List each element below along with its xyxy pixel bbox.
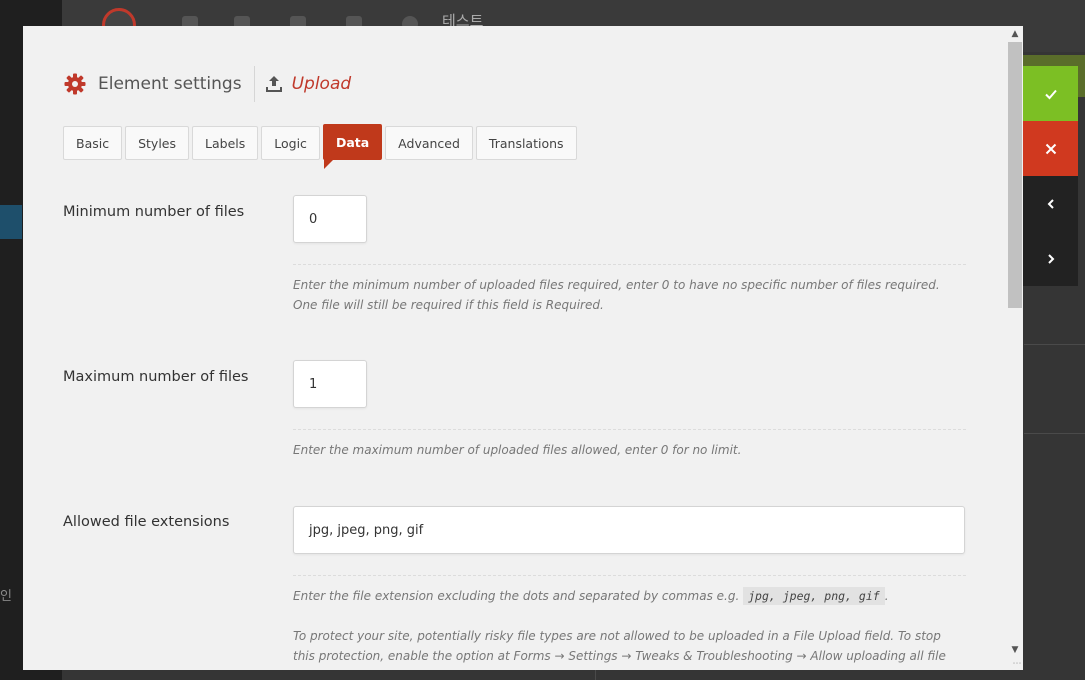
divider (293, 575, 966, 576)
sidebar-text-fragment: 인 (0, 589, 12, 604)
risky-files-help: To protect your site, potentially risky … (293, 629, 946, 670)
element-name: Upload (291, 74, 352, 94)
close-icon (1045, 143, 1056, 154)
max-files-input[interactable]: 1 (293, 360, 367, 408)
action-panel (1023, 66, 1078, 286)
modal-scroll-content: Element settings Upload Basic Styles Lab… (23, 26, 1007, 670)
max-files-label: Maximum number of files (63, 369, 249, 385)
check-icon (1044, 89, 1057, 99)
chevron-left-icon (1047, 198, 1054, 209)
tab-basic[interactable]: Basic (63, 126, 123, 160)
extensions-help-text: Enter the file extension excluding the d… (293, 589, 740, 603)
min-files-input[interactable]: 0 (293, 195, 367, 243)
tab-styles[interactable]: Styles (125, 126, 190, 160)
tab-translations[interactable]: Translations (475, 126, 577, 160)
scroll-down-arrow-icon[interactable]: ▼ (1007, 642, 1023, 658)
extensions-help: Enter the file extension excluding the d… (293, 586, 966, 606)
tab-advanced[interactable]: Advanced (385, 126, 473, 160)
gear-icon (64, 73, 86, 95)
min-files-label: Minimum number of files (63, 204, 245, 220)
background-panel (1024, 344, 1085, 434)
divider (293, 264, 966, 265)
sidebar-active-indicator (0, 205, 22, 239)
extensions-label: Allowed file extensions (63, 514, 230, 530)
min-files-help: Enter the minimum number of uploaded fil… (293, 278, 940, 312)
scrollbar-thumb[interactable] (1008, 42, 1022, 308)
modal-scrollbar[interactable]: ▲ ▼ ⋯ (1007, 26, 1023, 670)
tab-data[interactable]: Data (322, 124, 383, 169)
previous-element-button[interactable] (1023, 176, 1078, 231)
tab-logic[interactable]: Logic (261, 126, 320, 160)
resize-grip-icon[interactable]: ⋯ (1011, 658, 1023, 670)
upload-icon (265, 76, 282, 92)
modal-header: Element settings Upload (63, 66, 351, 102)
chevron-right-icon (1047, 253, 1054, 264)
settings-tabs: Basic Styles Labels Logic Data Advanced … (63, 124, 580, 169)
max-files-help: Enter the maximum number of uploaded fil… (293, 443, 742, 457)
divider (293, 429, 966, 430)
tab-labels[interactable]: Labels (192, 126, 259, 160)
extensions-help-suffix: . (884, 589, 889, 603)
scroll-up-arrow-icon[interactable]: ▲ (1007, 26, 1023, 42)
element-settings-modal: Element settings Upload Basic Styles Lab… (23, 26, 1023, 670)
modal-title: Element settings (98, 74, 242, 94)
next-element-button[interactable] (1023, 231, 1078, 286)
extensions-input[interactable]: jpg, jpeg, png, gif (293, 506, 965, 554)
save-button[interactable] (1023, 66, 1078, 121)
cancel-button[interactable] (1023, 121, 1078, 176)
header-divider (253, 66, 255, 102)
extensions-example-code: jpg, jpeg, png, gif (743, 587, 885, 605)
